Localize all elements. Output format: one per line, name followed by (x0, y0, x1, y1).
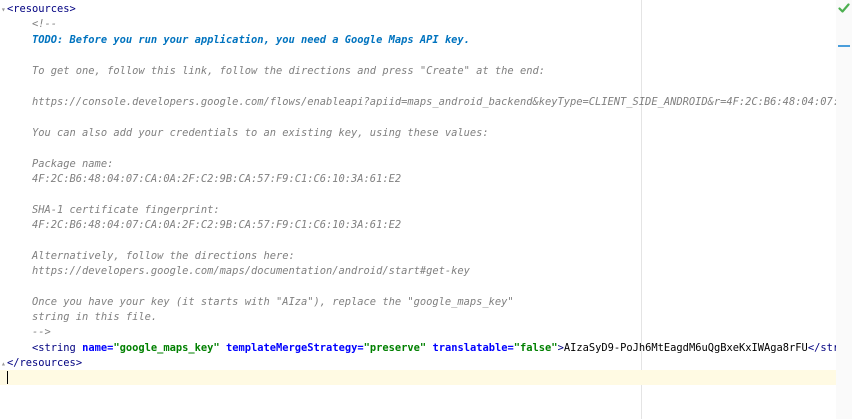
comment-text: You can also add your credentials to an … (32, 127, 489, 139)
code-line[interactable]: 4F:2C:B6:48:04:07:CA:0A:2F:C2:9B:CA:57:F… (0, 172, 836, 187)
error-stripe[interactable] (836, 0, 852, 419)
code-line[interactable]: https://developers.google.com/maps/docum… (0, 264, 836, 279)
todo-comment: TODO: Before you run your application, y… (32, 34, 470, 46)
code-editor[interactable]: ▾ <resources> <!-- TODO: Before you run … (0, 0, 852, 419)
comment-text: Once you have your key (it starts with "… (32, 296, 514, 308)
check-icon[interactable] (838, 2, 850, 14)
current-line-highlight (0, 370, 836, 385)
fold-marker-icon[interactable]: ▴ (1, 356, 6, 371)
string-close-tag: </str (807, 342, 836, 354)
attr-translatable: translatable= (432, 342, 514, 354)
todo-stripe-marker[interactable] (838, 45, 850, 47)
api-key-value: AIzaSyD9-PoJh6MtEagdM6uQgBxeKxIWAga8rFU (563, 342, 808, 354)
attr-name: name= (82, 342, 114, 354)
code-line[interactable]: --> (0, 325, 836, 340)
comment-close: --> (32, 326, 51, 338)
fold-marker-icon[interactable]: ▾ (1, 2, 6, 17)
comment-text: To get one, follow this link, follow the… (32, 65, 545, 77)
code-line[interactable]: 4F:2C:B6:48:04:07:CA:0A:2F:C2:9B:CA:57:F… (0, 218, 836, 233)
code-line[interactable]: To get one, follow this link, follow the… (0, 64, 836, 79)
comment-text: Package name: (32, 158, 114, 170)
code-line[interactable]: string in this file. (0, 310, 836, 325)
code-line[interactable]: You can also add your credentials to an … (0, 126, 836, 141)
code-line[interactable]: SHA-1 certificate fingerprint: (0, 203, 836, 218)
code-line[interactable]: <string name="google_maps_key" templateM… (0, 341, 836, 356)
comment-text: SHA-1 certificate fingerprint: (32, 204, 220, 216)
code-line[interactable]: Package name: (0, 157, 836, 172)
code-line[interactable]: ▴ </resources> (0, 356, 836, 371)
code-line[interactable]: https://console.developers.google.com/fl… (0, 95, 836, 110)
value-translatable: "false" (513, 342, 558, 354)
comment-text: Alternatively, follow the directions her… (32, 250, 295, 262)
string-open-tag: <string (32, 342, 76, 354)
attr-merge-strategy: templateMergeStrategy= (225, 342, 364, 354)
comment-text: 4F:2C:B6:48:04:07:CA:0A:2F:C2:9B:CA:57:F… (32, 173, 402, 185)
comment-text: 4F:2C:B6:48:04:07:CA:0A:2F:C2:9B:CA:57:F… (32, 219, 402, 231)
value-merge-strategy: "preserve" (363, 342, 427, 354)
code-line[interactable]: TODO: Before you run your application, y… (0, 33, 836, 48)
comment-url: https://developers.google.com/maps/docum… (32, 265, 470, 277)
code-line[interactable]: <!-- (0, 17, 836, 32)
code-line[interactable]: ▾ <resources> (0, 2, 836, 17)
text-caret (7, 371, 8, 384)
resources-close-tag: </resources> (7, 357, 83, 369)
code-line[interactable]: Alternatively, follow the directions her… (0, 249, 836, 264)
code-line[interactable]: Once you have your key (it starts with "… (0, 295, 836, 310)
value-name: "google_maps_key" (113, 342, 220, 354)
comment-text: string in this file. (32, 311, 158, 323)
comment-open: <!-- (32, 18, 58, 30)
resources-open-tag: <resources> (7, 3, 76, 15)
string-element: <string name="google_maps_key" templateM… (32, 341, 836, 356)
comment-url: https://console.developers.google.com/fl… (32, 96, 836, 108)
